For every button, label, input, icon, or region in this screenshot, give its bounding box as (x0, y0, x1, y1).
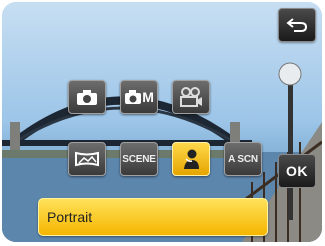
back-button[interactable] (278, 8, 316, 42)
portrait-icon (184, 149, 199, 169)
movie-camera-icon (180, 87, 202, 107)
camera-screen: M SCENE A SCN OK Portrait (2, 2, 322, 242)
camera-m-icon (125, 90, 142, 104)
mode-movie-button[interactable] (172, 80, 210, 114)
panorama-icon (75, 151, 99, 167)
mode-auto-scene-button[interactable]: A SCN (224, 142, 262, 176)
auto-scene-label: A SCN (228, 153, 258, 165)
mode-portrait-button[interactable] (172, 142, 210, 176)
mode-manual-button[interactable]: M (120, 80, 158, 114)
camera-icon (77, 90, 97, 105)
mode-auto-button[interactable] (68, 80, 106, 114)
current-mode-label-bar: Portrait (38, 198, 268, 236)
current-mode-label: Portrait (47, 209, 93, 225)
return-arrow-icon (286, 18, 308, 32)
mode-scene-button[interactable]: SCENE (120, 142, 158, 176)
ok-label: OK (286, 163, 308, 179)
ok-button[interactable]: OK (278, 154, 316, 188)
scene-label: SCENE (122, 153, 156, 165)
manual-label: M (142, 89, 154, 105)
mode-panorama-button[interactable] (68, 142, 106, 176)
